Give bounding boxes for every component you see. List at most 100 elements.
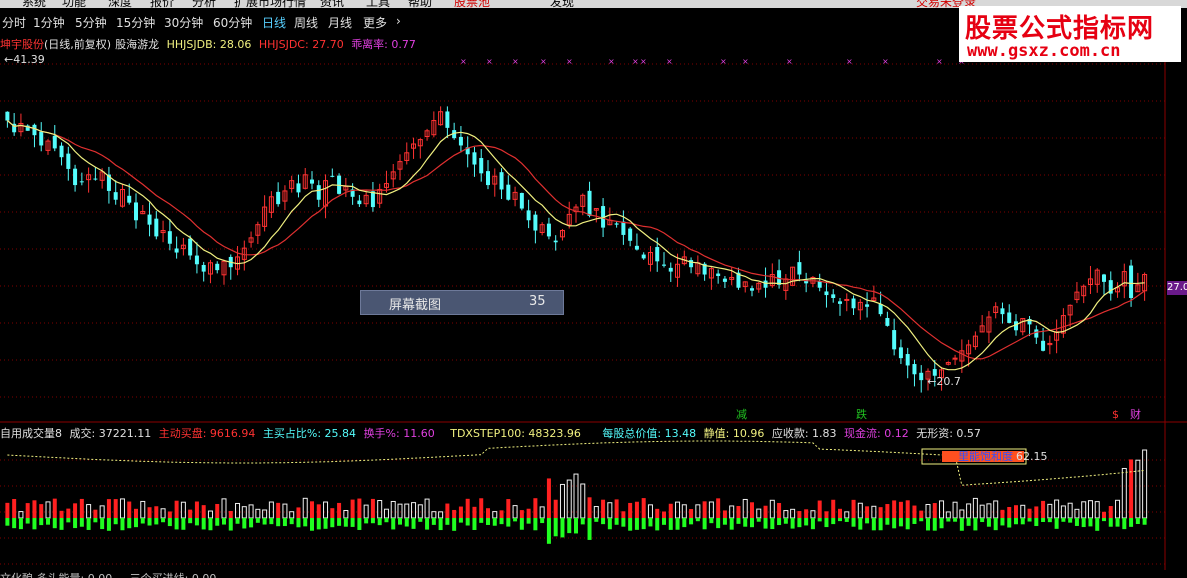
- volume-bar-neg: [296, 518, 301, 528]
- volume-bar-neg: [431, 518, 436, 525]
- menu-item-2[interactable]: 深度: [108, 0, 132, 8]
- period-tab-10[interactable]: ›: [396, 14, 401, 28]
- volume-bar: [519, 510, 524, 518]
- candle-body-down: [32, 124, 37, 136]
- volume-bar: [641, 498, 646, 518]
- volume-bar: [1087, 500, 1093, 519]
- candle-body-down: [919, 372, 924, 381]
- volume-bar: [140, 500, 146, 519]
- volume-bar: [777, 503, 782, 518]
- candle-body-down: [817, 281, 822, 288]
- volume-bar-neg: [167, 518, 172, 527]
- volume-bar: [492, 511, 498, 519]
- volume-bar: [553, 499, 558, 518]
- period-tab-4[interactable]: 30分钟: [164, 14, 203, 31]
- candle-body-down: [716, 273, 721, 276]
- candle-body-down: [296, 183, 301, 193]
- menu-item-4[interactable]: 分析: [192, 0, 216, 8]
- hhjsjdb-value: HHJSJDB: 28.06: [166, 38, 252, 51]
- candle-body-down: [1102, 274, 1106, 282]
- volume-bar: [370, 498, 375, 518]
- candle-body-down: [188, 238, 193, 256]
- candle-body-down: [628, 228, 633, 241]
- volume-bar-neg: [201, 518, 206, 530]
- signal-marker: ×: [460, 57, 467, 66]
- period-tab-0[interactable]: 分时: [2, 14, 26, 31]
- candle-body-down: [154, 218, 159, 237]
- volume-bar: [228, 511, 233, 518]
- volume-bar: [647, 504, 653, 519]
- volume-bar: [716, 498, 721, 518]
- signal-marker: ×: [632, 57, 639, 66]
- volume-bar: [1067, 502, 1073, 519]
- candle-body-down: [73, 168, 78, 186]
- volume-bar-neg: [215, 518, 220, 526]
- volume-bar-neg: [1047, 518, 1052, 523]
- candle-body-down: [898, 347, 903, 359]
- volume-bar: [404, 503, 410, 519]
- volume-bar: [188, 509, 193, 518]
- volume-bar: [708, 501, 714, 519]
- volume-bar: [729, 505, 735, 519]
- volume-bar: [722, 510, 727, 518]
- candle-body-down: [174, 248, 179, 253]
- volume-bar: [1121, 467, 1127, 519]
- saturation-value: 62.15: [1016, 450, 1048, 463]
- signal-fall: 跌: [856, 407, 867, 421]
- volume-bar: [127, 501, 132, 518]
- period-tab-3[interactable]: 15分钟: [116, 14, 155, 31]
- candle-body-down: [865, 304, 870, 307]
- volume-bar-neg: [52, 518, 57, 529]
- menu-item-0[interactable]: 系统: [22, 0, 46, 8]
- volume-bar-neg: [851, 518, 856, 527]
- volume-bar-neg: [242, 518, 247, 529]
- volume-bar: [1081, 501, 1087, 519]
- period-tab-9[interactable]: 更多: [363, 14, 387, 31]
- candle-body-down: [5, 111, 10, 121]
- menu-item-3[interactable]: 报价: [150, 0, 174, 8]
- menu-item-1[interactable]: 功能: [62, 0, 86, 8]
- period-tab-7[interactable]: 周线: [294, 14, 318, 31]
- screenshot-popup[interactable]: 屏幕截图 35: [360, 290, 564, 315]
- candle-body-down: [1034, 329, 1039, 338]
- menu-item-7[interactable]: 工具: [366, 0, 390, 8]
- indicator-name: 股海游龙: [115, 38, 160, 51]
- period-tab-2[interactable]: 5分钟: [75, 14, 107, 31]
- volume-bar-neg: [526, 518, 531, 524]
- volume-bar-neg: [824, 518, 829, 528]
- volume-bar-neg: [303, 518, 308, 527]
- period-tab-5[interactable]: 60分钟: [213, 14, 252, 31]
- volume-bar: [662, 511, 666, 518]
- volume-bar-neg: [567, 518, 572, 534]
- menu-item-10[interactable]: 发现: [550, 0, 574, 8]
- candle-body-down: [39, 131, 44, 146]
- volume-bar: [797, 511, 802, 518]
- period-tab-8[interactable]: 月线: [328, 14, 352, 31]
- period-tab-1[interactable]: 1分钟: [33, 14, 65, 31]
- candle-body-down: [472, 152, 477, 165]
- volume-bar: [86, 504, 92, 519]
- volume-bar-neg: [946, 518, 951, 522]
- candle-body-down: [201, 264, 206, 272]
- volume-bar: [458, 506, 463, 518]
- menu-item-5[interactable]: 扩展市场行情: [234, 0, 306, 8]
- volume-bar-neg: [1061, 518, 1066, 522]
- signal-marker: ×: [666, 57, 673, 66]
- volume-bar: [1007, 506, 1012, 518]
- volume-bar-neg: [357, 518, 362, 530]
- volume-bar-neg: [370, 518, 375, 524]
- period-tab-6[interactable]: 日线: [262, 14, 286, 31]
- candle-body-down: [215, 263, 220, 271]
- candle-body-down: [587, 190, 592, 216]
- candle-body-up: [844, 298, 850, 301]
- candle-body-down: [370, 191, 375, 208]
- ma-line-yellow: [7, 120, 1145, 371]
- volume-bar-neg: [980, 518, 985, 523]
- menu-item-8[interactable]: 帮助: [408, 0, 432, 8]
- volume-bar: [750, 502, 754, 518]
- menu-item-6[interactable]: 资讯: [320, 0, 344, 8]
- volume-bar-neg: [601, 518, 606, 525]
- volume-bar: [945, 511, 951, 519]
- menu-item-9[interactable]: 股票池: [454, 0, 490, 8]
- logo-title: 股票公式指标网: [965, 14, 1155, 44]
